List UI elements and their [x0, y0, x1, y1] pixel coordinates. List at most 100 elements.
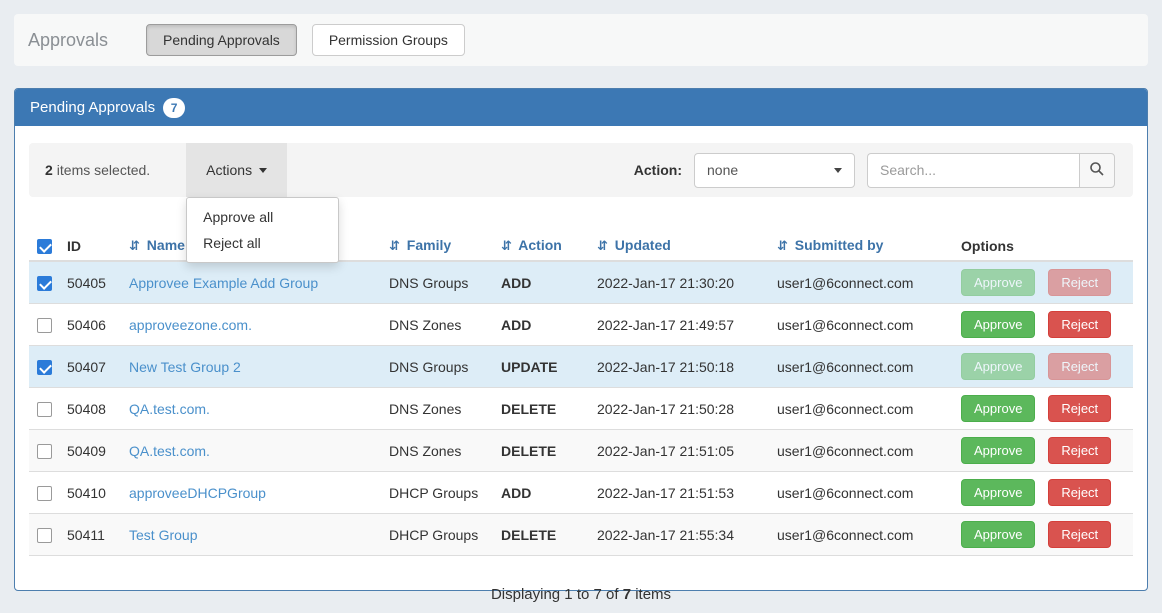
sort-icon: ⇵: [597, 239, 608, 254]
row-name-link[interactable]: Test Group: [129, 527, 197, 543]
cell-submitted-by: user1@6connect.com: [769, 514, 953, 556]
cell-family: DNS Zones: [381, 304, 493, 346]
row-checkbox[interactable]: [37, 276, 52, 291]
approvals-table: ID ⇵ Name ⇵ Family ⇵ Action ⇵ Update: [29, 231, 1133, 556]
approve-button[interactable]: Approve: [961, 521, 1035, 548]
row-name-link[interactable]: New Test Group 2: [129, 359, 241, 375]
reject-button[interactable]: Reject: [1048, 311, 1111, 338]
row-name-link[interactable]: QA.test.com.: [129, 401, 210, 417]
actions-dropdown-menu: Approve all Reject all: [186, 197, 339, 263]
cell-submitted-by: user1@6connect.com: [769, 304, 953, 346]
row-checkbox[interactable]: [37, 486, 52, 501]
row-name-link[interactable]: Approvee Example Add Group: [129, 275, 318, 291]
tab-permission-groups[interactable]: Permission Groups: [312, 24, 465, 56]
approve-button[interactable]: Approve: [961, 269, 1035, 296]
cell-id: 50408: [59, 388, 121, 430]
cell-submitted-by: user1@6connect.com: [769, 388, 953, 430]
count-badge: 7: [163, 98, 185, 118]
menu-item-reject-all[interactable]: Reject all: [187, 230, 338, 256]
selected-items-status: 2 items selected.: [29, 143, 166, 197]
select-all-checkbox[interactable]: [37, 239, 52, 254]
reject-button[interactable]: Reject: [1048, 353, 1111, 380]
cell-submitted-by: user1@6connect.com: [769, 261, 953, 304]
action-filter-select[interactable]: none: [694, 153, 855, 188]
cell-updated: 2022-Jan-17 21:51:05: [589, 430, 769, 472]
reject-button[interactable]: Reject: [1048, 479, 1111, 506]
cell-id: 50405: [59, 261, 121, 304]
row-checkbox[interactable]: [37, 360, 52, 375]
table-row: 50408 QA.test.com. DNS Zones DELETE 2022…: [29, 388, 1133, 430]
cell-action: ADD: [493, 304, 589, 346]
row-checkbox[interactable]: [37, 444, 52, 459]
row-name-link[interactable]: approveezone.com.: [129, 317, 252, 333]
cell-family: DHCP Groups: [381, 472, 493, 514]
cell-id: 50411: [59, 514, 121, 556]
actions-button[interactable]: Actions: [186, 143, 287, 197]
approve-button[interactable]: Approve: [961, 479, 1035, 506]
page-background: Approvals Pending Approvals Permission G…: [0, 0, 1162, 605]
cell-family: DNS Groups: [381, 346, 493, 388]
page-title: Approvals: [28, 30, 108, 51]
cell-updated: 2022-Jan-17 21:49:57: [589, 304, 769, 346]
cell-submitted-by: user1@6connect.com: [769, 472, 953, 514]
cell-submitted-by: user1@6connect.com: [769, 346, 953, 388]
row-checkbox[interactable]: [37, 528, 52, 543]
column-header-options: Options: [953, 231, 1133, 261]
reject-button[interactable]: Reject: [1048, 395, 1111, 422]
cell-action: ADD: [493, 261, 589, 304]
cell-family: DHCP Groups: [381, 514, 493, 556]
table-row: 50410 approveeDHCPGroup DHCP Groups ADD …: [29, 472, 1133, 514]
cell-id: 50407: [59, 346, 121, 388]
cell-action: DELETE: [493, 430, 589, 472]
cell-family: DNS Zones: [381, 430, 493, 472]
cell-family: DNS Zones: [381, 388, 493, 430]
approve-button[interactable]: Approve: [961, 395, 1035, 422]
panel-body: 2 items selected. Actions Approve all Re…: [15, 126, 1147, 603]
menu-item-approve-all[interactable]: Approve all: [187, 204, 338, 230]
cell-id: 50406: [59, 304, 121, 346]
column-header-action[interactable]: ⇵ Action: [493, 231, 589, 261]
column-header-updated[interactable]: ⇵ Updated: [589, 231, 769, 261]
actions-dropdown-wrap: Actions Approve all Reject all: [186, 143, 287, 197]
approvals-table-body: 50405 Approvee Example Add Group DNS Gro…: [29, 261, 1133, 556]
pagination-status: Displaying 1 to 7 of 7 items: [29, 586, 1133, 603]
cell-updated: 2022-Jan-17 21:50:18: [589, 346, 769, 388]
toolbar-right: Action: none: [634, 143, 1133, 197]
approve-button[interactable]: Approve: [961, 311, 1035, 338]
row-name-link[interactable]: approveeDHCPGroup: [129, 485, 266, 501]
search-group: [867, 153, 1115, 188]
cell-family: DNS Groups: [381, 261, 493, 304]
toolbar: 2 items selected. Actions Approve all Re…: [29, 143, 1133, 197]
approve-button[interactable]: Approve: [961, 353, 1035, 380]
reject-button[interactable]: Reject: [1048, 521, 1111, 548]
sort-icon: ⇵: [129, 239, 140, 254]
column-header-submitted-by[interactable]: ⇵ Submitted by: [769, 231, 953, 261]
cell-updated: 2022-Jan-17 21:30:20: [589, 261, 769, 304]
cell-action: ADD: [493, 472, 589, 514]
reject-button[interactable]: Reject: [1048, 437, 1111, 464]
search-input[interactable]: [867, 153, 1079, 188]
table-row: 50405 Approvee Example Add Group DNS Gro…: [29, 261, 1133, 304]
row-name-link[interactable]: QA.test.com.: [129, 443, 210, 459]
column-header-id: ID: [59, 231, 121, 261]
page-header: Approvals Pending Approvals Permission G…: [14, 14, 1148, 66]
table-row: 50407 New Test Group 2 DNS Groups UPDATE…: [29, 346, 1133, 388]
search-icon: [1089, 161, 1105, 180]
column-header-family[interactable]: ⇵ Family: [381, 231, 493, 261]
table-row: 50411 Test Group DHCP Groups DELETE 2022…: [29, 514, 1133, 556]
cell-updated: 2022-Jan-17 21:50:28: [589, 388, 769, 430]
row-checkbox[interactable]: [37, 402, 52, 417]
tab-pending-approvals[interactable]: Pending Approvals: [146, 24, 297, 56]
table-row: 50409 QA.test.com. DNS Zones DELETE 2022…: [29, 430, 1133, 472]
panel-title: Pending Approvals: [30, 99, 155, 116]
search-button[interactable]: [1079, 153, 1115, 188]
cell-action: UPDATE: [493, 346, 589, 388]
approve-button[interactable]: Approve: [961, 437, 1035, 464]
panel-header: Pending Approvals 7: [15, 89, 1147, 126]
action-filter-selected-value: none: [707, 162, 738, 178]
row-checkbox[interactable]: [37, 318, 52, 333]
caret-down-icon: [259, 168, 267, 173]
cell-updated: 2022-Jan-17 21:51:53: [589, 472, 769, 514]
reject-button[interactable]: Reject: [1048, 269, 1111, 296]
selected-count: 2: [45, 162, 53, 178]
